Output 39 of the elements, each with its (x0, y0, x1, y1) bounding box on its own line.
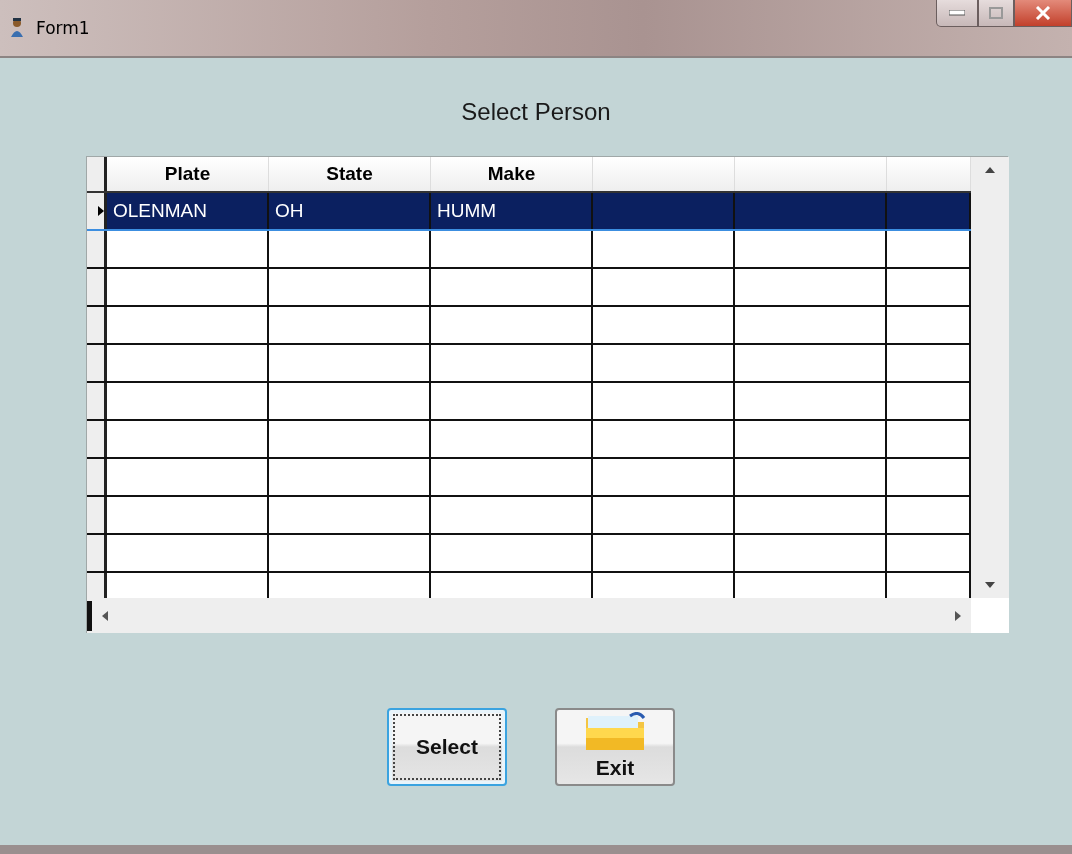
row-header[interactable] (87, 231, 107, 267)
table-cell: OLENMAN (107, 193, 269, 229)
person-icon (8, 17, 26, 39)
close-button[interactable] (1014, 0, 1072, 27)
selected-row[interactable]: OLENMAN OH HUMM (87, 193, 971, 231)
window-title: Form1 (36, 18, 90, 38)
maximize-button[interactable] (978, 0, 1014, 27)
minimize-button[interactable] (936, 0, 978, 27)
row-header[interactable] (87, 307, 107, 343)
minimize-icon (949, 10, 965, 16)
scroll-thumb[interactable] (87, 600, 92, 631)
scroll-up-icon[interactable] (985, 167, 995, 173)
scroll-left-icon[interactable] (102, 610, 108, 621)
scroll-right-icon[interactable] (955, 610, 961, 621)
row-header[interactable] (87, 459, 107, 495)
row-header[interactable] (87, 383, 107, 419)
row-pointer-icon (98, 206, 104, 216)
row-header[interactable] (87, 497, 107, 533)
horizontal-scrollbar[interactable] (87, 598, 971, 633)
select-button[interactable]: Select (387, 708, 507, 786)
row-header[interactable] (87, 421, 107, 457)
column-header[interactable]: State (269, 157, 431, 191)
scroll-down-icon[interactable] (985, 582, 995, 588)
maximize-icon (989, 7, 1003, 19)
exit-button[interactable]: Exit (555, 708, 675, 786)
table-cell: OH (269, 193, 431, 229)
column-header[interactable]: Plate (107, 157, 269, 191)
folder-icon (584, 712, 646, 750)
scrollbar-corner (971, 598, 1009, 633)
column-header[interactable]: Make (431, 157, 593, 191)
form-heading: Select Person (461, 98, 611, 125)
vertical-scrollbar[interactable] (971, 157, 1009, 598)
row-header[interactable] (87, 193, 107, 229)
row-header[interactable] (87, 535, 107, 571)
table-cell: HUMM (431, 193, 593, 229)
close-icon (1035, 6, 1051, 20)
row-header[interactable] (87, 269, 107, 305)
row-header[interactable] (87, 345, 107, 381)
row-header (87, 157, 107, 191)
